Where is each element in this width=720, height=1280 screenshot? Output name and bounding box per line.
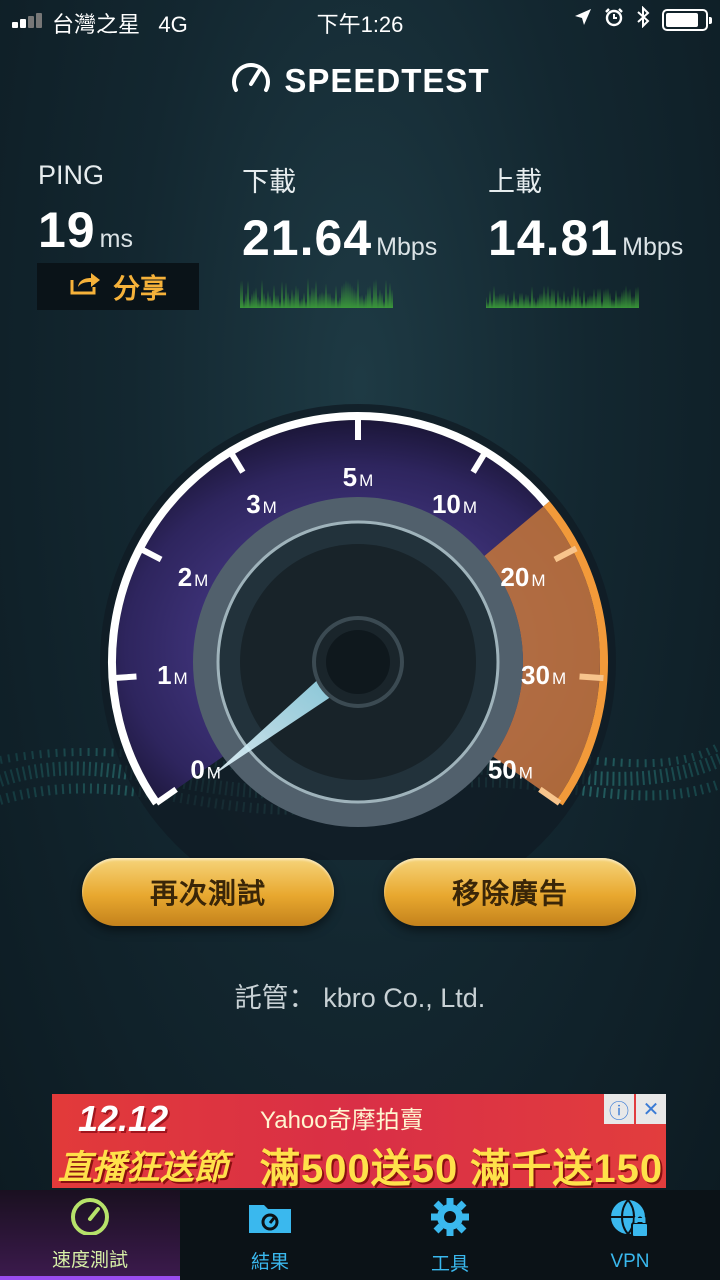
tab-tools-label: 工具: [430, 1253, 469, 1275]
tab-bar: 速度測試 結果 工具 VPN: [0, 1190, 720, 1280]
ping-unit: ms: [99, 225, 133, 253]
ad-banner[interactable]: 12.12 Yahoo奇摩拍賣 直播狂送節 滿500送50 滿千送150 ⓘ ✕: [52, 1094, 666, 1188]
ping-value: 19: [38, 202, 96, 258]
close-icon[interactable]: ✕: [636, 1094, 666, 1124]
download-unit: Mbps: [376, 233, 438, 261]
download-label: 下載: [242, 167, 296, 197]
host-info: 託管： kbro Co., Ltd.: [0, 976, 720, 1015]
info-icon[interactable]: ⓘ: [604, 1094, 634, 1124]
bluetooth-icon: [636, 5, 650, 34]
download-stat: 下載 21.64 Mbps: [242, 160, 437, 267]
ad-date: 12.12: [78, 1098, 169, 1139]
share-label: 分享: [113, 274, 167, 304]
tab-tools[interactable]: 工具: [360, 1190, 540, 1280]
gear-icon: [428, 1195, 472, 1249]
speed-gauge: 0 M1 M2 M3 M5 M10 M20 M30 M50 M: [100, 404, 616, 860]
share-button[interactable]: 分享: [37, 263, 199, 310]
ad-tagline: 直播狂送節: [58, 1149, 228, 1187]
tab-vpn[interactable]: VPN: [540, 1190, 720, 1280]
app-logo: SPEEDTEST: [0, 58, 720, 103]
alarm-icon: [604, 7, 624, 33]
gauge-tick: [579, 673, 604, 682]
upload-sparkline: [486, 285, 639, 308]
download-sparkline: [240, 278, 393, 308]
upload-value: 14.81: [488, 210, 619, 266]
ping-stat: PING 19 ms: [38, 160, 133, 259]
folder-icon: [246, 1197, 294, 1247]
ad-promo: 滿500送50 滿千送150: [260, 1147, 664, 1188]
vpn-lock-icon: [608, 1197, 652, 1251]
status-bar: 台灣之星 4G 下午1:26: [0, 0, 720, 40]
remove-ads-button[interactable]: 移除廣告: [384, 858, 636, 926]
upload-stat: 上載 14.81 Mbps: [488, 160, 683, 267]
battery-icon: [662, 9, 712, 31]
app-title: SPEEDTEST: [284, 61, 490, 99]
speedometer-logo-icon: [230, 58, 272, 103]
ping-label: PING: [38, 160, 105, 190]
gauge-tick: [112, 673, 137, 682]
tab-results-label: 結果: [250, 1251, 289, 1273]
speedometer-icon: [66, 1195, 114, 1245]
location-arrow-icon: [574, 8, 592, 32]
ad-brand: Yahoo奇摩拍賣: [260, 1107, 424, 1134]
host-name: kbro Co., Ltd.: [323, 983, 486, 1013]
test-again-button[interactable]: 再次測試: [82, 858, 334, 926]
tab-results[interactable]: 結果: [180, 1190, 360, 1280]
upload-label: 上載: [488, 167, 542, 197]
tab-speedtest-label: 速度測試: [51, 1249, 128, 1271]
share-icon: [69, 270, 103, 303]
host-label: 託管：: [234, 983, 316, 1013]
upload-unit: Mbps: [622, 233, 684, 261]
tab-speedtest[interactable]: 速度測試: [0, 1190, 180, 1280]
download-value: 21.64: [242, 210, 373, 266]
tab-vpn-label: VPN: [610, 1251, 650, 1272]
